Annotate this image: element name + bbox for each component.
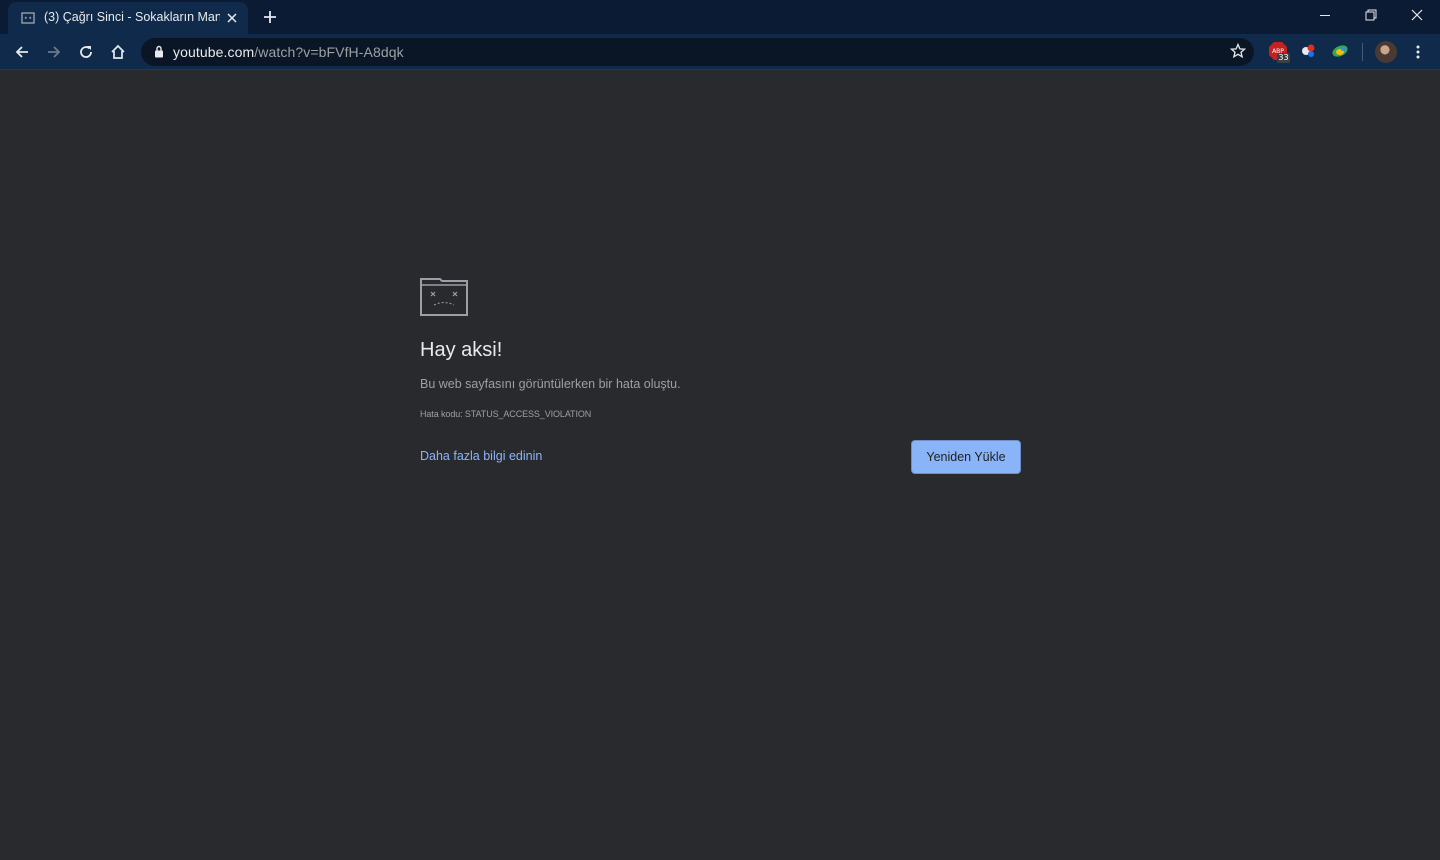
home-icon bbox=[111, 44, 125, 59]
error-code: Hata kodu: STATUS_ACCESS_VIOLATION bbox=[420, 409, 592, 419]
home-button[interactable] bbox=[104, 38, 132, 66]
error-title: Hay aksi! bbox=[420, 339, 503, 361]
leaf-extension-icon bbox=[1332, 45, 1348, 57]
forward-button[interactable] bbox=[40, 38, 68, 66]
abp-extension-icon[interactable]: ABP 33 bbox=[1268, 41, 1290, 63]
extension-icon-2[interactable] bbox=[1299, 41, 1321, 63]
browser-toolbar: youtube.com/watch?v=bFVfH-A8dqk ABP 33 bbox=[0, 34, 1440, 70]
close-icon bbox=[1411, 9, 1423, 21]
arrow-right-icon bbox=[48, 46, 61, 58]
broken-page-icon bbox=[21, 12, 35, 24]
extension-icon-3[interactable] bbox=[1330, 41, 1352, 63]
toolbar-divider bbox=[1362, 43, 1363, 61]
address-bar[interactable]: youtube.com/watch?v=bFVfH-A8dqk bbox=[141, 38, 1254, 66]
active-tab[interactable]: (3) Çağrı Sinci - Sokakların Maneviyat bbox=[8, 2, 248, 34]
tab-title: (3) Çağrı Sinci - Sokakların Maneviyat bbox=[44, 10, 220, 24]
title-bar: (3) Çağrı Sinci - Sokakların Maneviyat bbox=[0, 0, 1440, 34]
arrow-left-icon bbox=[15, 46, 28, 58]
error-description: Bu web sayfasını görüntülerken bir hata … bbox=[420, 377, 681, 391]
plus-icon bbox=[264, 11, 276, 23]
colored-balls-icon bbox=[1302, 44, 1315, 57]
sad-folder-icon bbox=[420, 278, 468, 316]
refresh-icon bbox=[80, 46, 92, 58]
extension-badge: 33 bbox=[1277, 53, 1290, 63]
reload-button[interactable] bbox=[72, 38, 100, 66]
bookmark-star-icon[interactable] bbox=[1230, 43, 1246, 59]
page-content: Hay aksi! Bu web sayfasını görüntülerken… bbox=[0, 71, 1440, 860]
url-host: youtube.com bbox=[173, 44, 255, 60]
kebab-menu-icon bbox=[1416, 45, 1420, 59]
restore-button[interactable] bbox=[1348, 0, 1394, 30]
lock-icon[interactable] bbox=[154, 45, 164, 58]
learn-more-link[interactable]: Daha fazla bilgi edinin bbox=[420, 449, 542, 463]
restore-icon bbox=[1365, 9, 1377, 21]
close-window-button[interactable] bbox=[1394, 0, 1440, 30]
url-text[interactable]: youtube.com/watch?v=bFVfH-A8dqk bbox=[173, 44, 404, 60]
profile-avatar[interactable] bbox=[1375, 41, 1397, 63]
url-path: /watch?v=bFVfH-A8dqk bbox=[254, 44, 404, 60]
minimize-button[interactable] bbox=[1302, 0, 1348, 30]
reload-page-button[interactable]: Yeniden Yükle bbox=[911, 440, 1021, 474]
menu-button[interactable] bbox=[1404, 38, 1432, 66]
minimize-icon bbox=[1320, 15, 1330, 16]
new-tab-button[interactable] bbox=[259, 6, 281, 28]
back-button[interactable] bbox=[8, 38, 36, 66]
tab-close-icon[interactable] bbox=[224, 10, 240, 26]
